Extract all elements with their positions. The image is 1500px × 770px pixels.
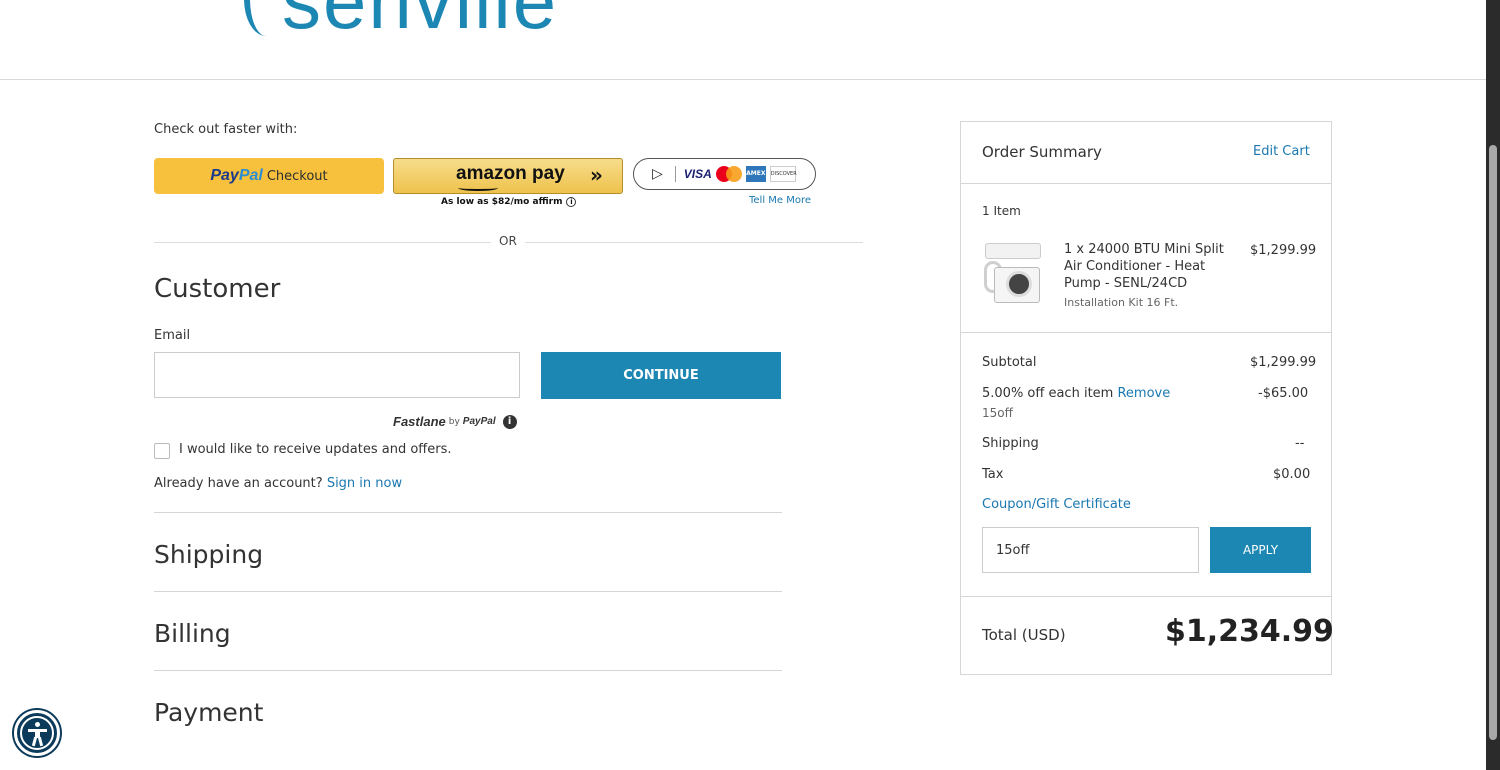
scrollbar-thumb[interactable] [1489, 145, 1497, 740]
updates-checkbox[interactable] [154, 443, 170, 459]
coupon-code-input[interactable] [982, 527, 1199, 573]
paypal-logo: PayPal [210, 167, 263, 184]
site-header: senville [0, 0, 1486, 80]
page-scrollbar[interactable] [1486, 0, 1500, 770]
fast-pay-icon: ▷ [652, 166, 663, 182]
coupon-gift-certificate-link[interactable]: Coupon/Gift Certificate [982, 497, 1131, 512]
continue-button[interactable]: CONTINUE [541, 352, 781, 399]
summary-divider [961, 596, 1331, 597]
product-option: Installation Kit 16 Ft. [1064, 296, 1179, 309]
order-summary-panel: Order Summary Edit Cart 1 Item 1 x 24000… [960, 121, 1334, 675]
paypal-wordmark: PayPal [462, 416, 496, 427]
edit-cart-link[interactable]: Edit Cart [1253, 144, 1310, 159]
checkout-faster-label: Check out faster with: [154, 122, 298, 137]
email-label: Email [154, 328, 191, 343]
tell-me-more-link[interactable]: Tell Me More [749, 195, 811, 206]
email-field[interactable] [154, 352, 520, 398]
visa-icon: VISA [683, 167, 712, 181]
already-account-text: Already have an account? Sign in now [154, 476, 403, 491]
billing-heading: Billing [154, 619, 231, 648]
affirm-logo: affirm [532, 197, 563, 207]
section-divider [154, 670, 782, 671]
remove-discount-link[interactable]: Remove [1117, 386, 1170, 401]
summary-divider [961, 332, 1331, 333]
section-divider [154, 591, 782, 592]
product-image [982, 239, 1044, 305]
tax-value: $0.00 [1273, 467, 1311, 482]
section-divider [154, 512, 782, 513]
order-summary-title: Order Summary [982, 143, 1102, 161]
shipping-value: -- [1295, 436, 1305, 451]
accessibility-icon [20, 716, 54, 750]
mastercard-icon [715, 166, 742, 182]
discount-code: 15off [982, 406, 1013, 420]
subtotal-value: $1,299.99 [1250, 355, 1317, 370]
updates-label[interactable]: I would like to receive updates and offe… [179, 442, 452, 457]
shipping-label: Shipping [982, 436, 1039, 451]
discount-value: -$65.00 [1258, 386, 1309, 401]
customer-heading: Customer [154, 274, 281, 304]
product-price: $1,299.99 [1250, 243, 1317, 258]
info-icon[interactable]: i [502, 414, 517, 429]
amazon-smile-icon [458, 185, 498, 191]
summary-divider [961, 183, 1331, 184]
item-count: 1 Item [982, 204, 1021, 218]
tax-label: Tax [982, 467, 1004, 482]
paypal-checkout-button[interactable]: PayPal Checkout [154, 158, 384, 194]
info-icon[interactable]: i [566, 197, 577, 207]
card-payment-button[interactable]: ▷ VISA AMEX DISCOVER [633, 158, 816, 190]
paypal-checkout-label: Checkout [266, 168, 328, 184]
fastlane-logo: Fastlane [393, 414, 446, 429]
affirm-financing-text: As low as $82/mo affirm i [441, 197, 577, 207]
or-label: OR [491, 234, 525, 248]
logo-text: senville [282, 0, 559, 45]
subtotal-label: Subtotal [982, 355, 1037, 370]
discount-label: 5.00% off each item Remove [982, 386, 1171, 401]
fastlane-badge: Fastlane by PayPal i [393, 414, 517, 429]
payment-heading: Payment [154, 698, 264, 727]
shipping-heading: Shipping [154, 540, 264, 569]
amazon-pay-logo: amazon pay [456, 163, 565, 184]
total-label: Total (USD) [982, 626, 1066, 644]
accessibility-button[interactable] [14, 710, 60, 756]
amex-icon: AMEX [745, 166, 766, 182]
discover-icon: DISCOVER [769, 166, 797, 182]
product-name: 1 x 24000 BTU Mini Split Air Conditioner… [1064, 242, 1224, 291]
sign-in-link[interactable]: Sign in now [327, 476, 402, 491]
double-chevron-icon: » [590, 163, 603, 187]
total-value: $1,234.99 [1165, 614, 1334, 649]
divider [674, 166, 676, 182]
apply-coupon-button[interactable]: APPLY [1210, 527, 1311, 573]
amazon-pay-button[interactable]: amazon pay » [393, 158, 623, 194]
